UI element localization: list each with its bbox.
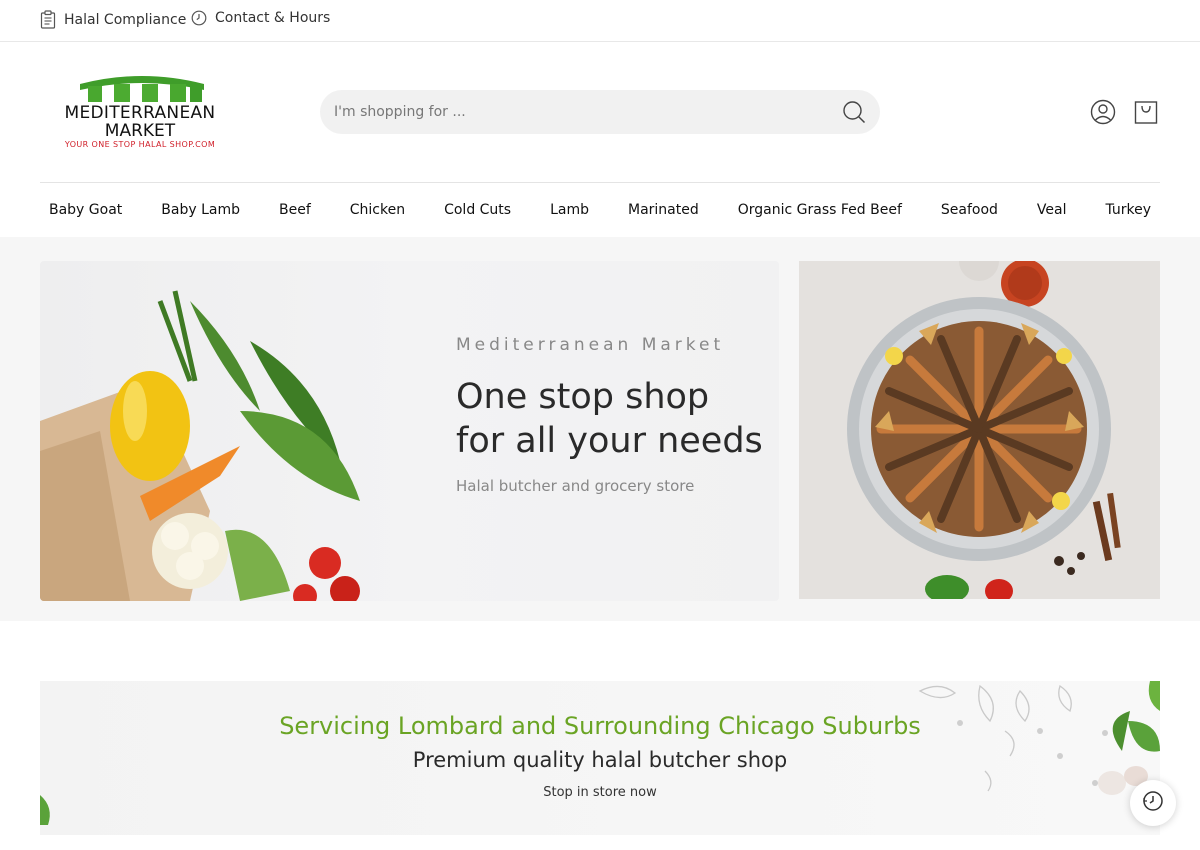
hero-eyebrow: Mediterranean Market [456,335,725,355]
leaf-arch-logo-icon [80,76,204,102]
nav-item-baby-goat[interactable]: Baby Goat [29,202,141,218]
clipboard-icon [40,10,56,29]
recently-viewed-button[interactable] [1130,780,1176,826]
top-bar: Halal Compliance Contact & Hours [0,0,1200,42]
nav-item-lamb[interactable]: Lamb [531,202,609,218]
hero-title-line1: One stop shop [456,377,710,417]
hero-subtitle: Halal butcher and grocery store [456,477,695,495]
search-input[interactable] [334,90,824,134]
nav-item-marinated[interactable]: Marinated [609,202,719,218]
user-icon[interactable] [1090,99,1116,125]
contact-hours-link[interactable]: Contact & Hours [191,10,330,26]
search-icon[interactable] [842,100,866,124]
nav-item-veal[interactable]: Veal [1017,202,1086,218]
service-subtitle: Premium quality halal butcher shop [412,748,788,772]
service-note: Stop in store now [543,785,657,800]
contact-hours-label: Contact & Hours [215,10,331,26]
grocery-bag-image [40,290,360,601]
site-logo[interactable]: MEDITERRANEAN MARKET YOUR ONE STOP HALAL… [40,72,240,152]
search-bar [320,90,880,134]
platter-image [799,261,1160,599]
service-title: Servicing Lombard and Surrounding Chicag… [279,712,921,740]
clock-icon [191,10,207,26]
logo-text-line1: MEDITERRANEAN [64,103,216,123]
nav-item-cold-cuts[interactable]: Cold Cuts [425,202,531,218]
hero-banner[interactable]: Mediterranean Market One stop shop for a… [40,261,779,601]
halal-compliance-link[interactable]: Halal Compliance [40,10,186,29]
halal-compliance-label: Halal Compliance [64,11,187,28]
nav-item-beef[interactable]: Beef [259,202,330,218]
nav-item-turkey[interactable]: Turkey [1086,202,1171,218]
service-banner: Servicing Lombard and Surrounding Chicag… [40,681,1160,835]
nav-item-chicken[interactable]: Chicken [330,202,424,218]
history-icon [1142,790,1164,816]
hero-title-line2: for all your needs [456,421,763,461]
hero-title: One stop shop for all your needs [456,375,776,463]
category-nav: Baby Goat Baby Lamb Beef Chicken Cold Cu… [40,183,1160,237]
nav-item-seafood[interactable]: Seafood [921,202,1017,218]
logo-text-line2: MARKET [104,121,176,141]
logo-tagline: YOUR ONE STOP HALAL SHOP.COM [64,140,216,149]
shopping-bag-icon[interactable] [1134,99,1160,125]
nav-item-organic-grass-fed-beef[interactable]: Organic Grass Fed Beef [718,202,921,218]
nav-item-baby-lamb[interactable]: Baby Lamb [142,202,260,218]
side-banner[interactable] [799,261,1160,599]
